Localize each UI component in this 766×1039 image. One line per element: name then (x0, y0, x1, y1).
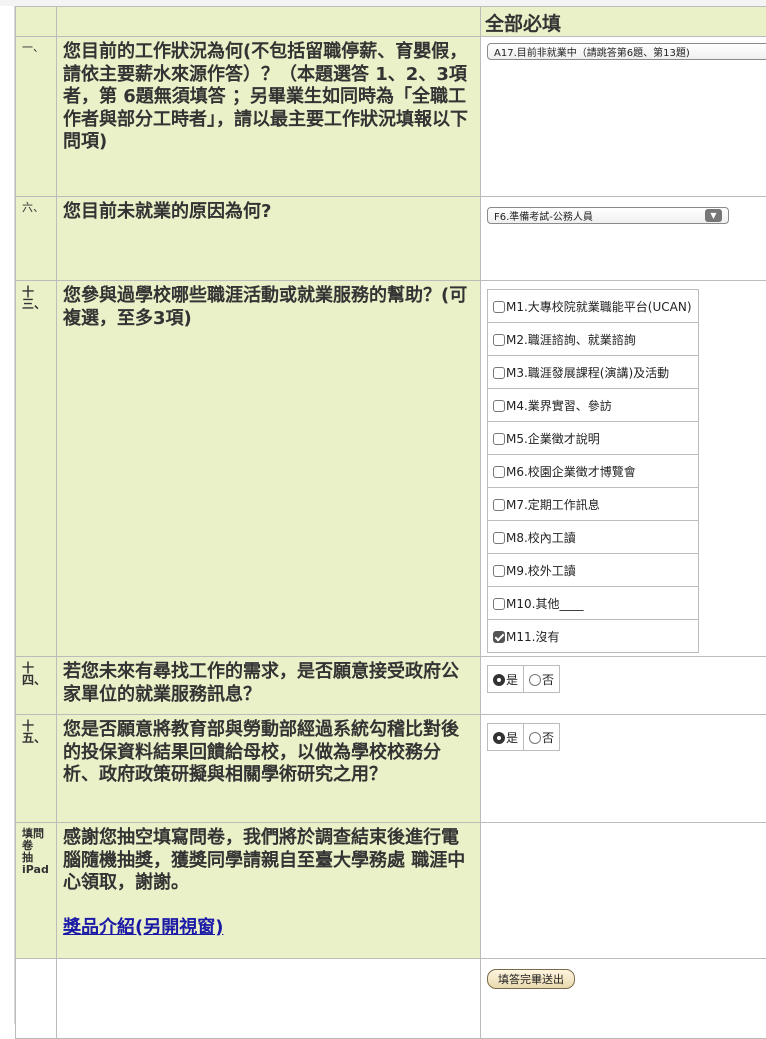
option-label: M4.業界實習、參訪 (506, 399, 612, 413)
unemployment-reason-select[interactable]: F6.準備考試-公務人員 ▼ (487, 207, 729, 224)
checkbox[interactable] (493, 367, 505, 379)
submit-num-cell (16, 959, 57, 1039)
checkbox[interactable] (493, 400, 505, 412)
option-m11[interactable]: M11.沒有 (488, 620, 699, 653)
submit-blank-cell (57, 959, 481, 1039)
option-m8[interactable]: M8.校內工讀 (488, 521, 699, 554)
data-feedback-radio-group: 是 否 (487, 723, 560, 751)
checkbox[interactable] (493, 499, 505, 511)
lottery-label-line: iPad (22, 864, 54, 876)
header-row: 全部必填 (16, 7, 766, 37)
header-num-cell (16, 7, 57, 37)
question-row-15: 十 五、 您是否願意將教育部與勞動部經過系統勾稽比對後的投保資料結果回饋給母校，… (16, 715, 766, 823)
option-label: M2.職涯諮詢、就業諮詢 (506, 333, 636, 347)
select-value: A17.目前非就業中（請跳答第6題、第13題) (494, 44, 690, 59)
option-m1[interactable]: M1.大專校院就業職能平台(UCAN) (488, 290, 699, 323)
radio[interactable] (529, 674, 541, 686)
option-label: M1.大專校院就業職能平台(UCAN) (506, 300, 692, 314)
option-m7[interactable]: M7.定期工作訊息 (488, 488, 699, 521)
answer-cell: 是 否 (481, 715, 766, 823)
radio-yes[interactable]: 是 (488, 666, 524, 693)
checkbox[interactable] (493, 334, 505, 346)
question-row-13: 十 三、 您參與過學校哪些職涯活動或就業服務的幫助？(可複選，至多3項) M1.… (16, 281, 766, 657)
lottery-row: 填問 卷 抽 iPad 感謝您抽空填寫問卷，我們將於調查結束後進行電腦隨機抽獎，… (16, 823, 766, 959)
option-m4[interactable]: M4.業界實習、參訪 (488, 389, 699, 422)
question-number-line: 四、 (22, 674, 54, 686)
question-text: 您目前未就業的原因為何? (57, 197, 481, 281)
answer-cell: M1.大專校院就業職能平台(UCAN) M2.職涯諮詢、就業諮詢 M3.職涯發展… (481, 281, 766, 657)
radio-selected[interactable] (493, 732, 505, 744)
submit-cell: 填答完畢送出 (481, 959, 766, 1039)
option-label: M5.企業徵才說明 (506, 432, 600, 446)
option-label: M6.校園企業徵才博覽會 (506, 465, 636, 479)
submit-button[interactable]: 填答完畢送出 (487, 969, 575, 989)
checkbox-checked[interactable] (493, 631, 505, 643)
lottery-text: 感謝您抽空填寫問卷，我們將於調查結束後進行電腦隨機抽獎，獲獎同學請親自至臺大學務… (63, 827, 474, 895)
lottery-label: 填問 卷 抽 iPad (16, 823, 57, 959)
question-row-6: 六、 您目前未就業的原因為何? F6.準備考試-公務人員 ▼ (16, 197, 766, 281)
option-label: M11.沒有 (506, 630, 559, 644)
option-m6[interactable]: M6.校園企業徵才博覽會 (488, 455, 699, 488)
option-label: M7.定期工作訊息 (506, 498, 600, 512)
option-label: M8.校內工讀 (506, 531, 576, 545)
lottery-answer-cell (481, 823, 766, 959)
question-text: 您參與過學校哪些職涯活動或就業服務的幫助？(可複選，至多3項) (57, 281, 481, 657)
answer-cell: A17.目前非就業中（請跳答第6題、第13題) (481, 37, 766, 197)
radio-no[interactable]: 否 (524, 666, 560, 693)
job-info-radio-group: 是 否 (487, 665, 560, 693)
option-label: M3.職涯發展課程(演講)及活動 (506, 366, 669, 380)
option-m5[interactable]: M5.企業徵才說明 (488, 422, 699, 455)
question-number-line: 五、 (22, 732, 54, 744)
option-label: M9.校外工讀 (506, 564, 576, 578)
checkbox[interactable] (493, 565, 505, 577)
option-m9[interactable]: M9.校外工讀 (488, 554, 699, 587)
question-row-14: 十 四、 若您未來有尋找工作的需求，是否願意接受政府公家單位的就業服務訊息？ 是… (16, 657, 766, 715)
question-text: 若您未來有尋找工作的需求，是否願意接受政府公家單位的就業服務訊息？ (57, 657, 481, 715)
survey-table: 全部必填 一、 您目前的工作狀況為何(不包括留職停薪、育嬰假，請依主要薪水來源作… (15, 6, 766, 1039)
radio-label: 否 (542, 673, 554, 687)
option-m10[interactable]: M10.其他____ (488, 587, 699, 620)
answer-cell: 是 否 (481, 657, 766, 715)
required-label: 全部必填 (481, 7, 766, 37)
radio[interactable] (529, 732, 541, 744)
question-text: 您目前的工作狀況為何(不包括留職停薪、育嬰假，請依主要薪水來源作答）？（本題選答… (57, 37, 481, 197)
radio-label: 否 (542, 731, 554, 745)
chevron-down-icon[interactable]: ▼ (705, 209, 722, 222)
question-number: 十 五、 (16, 715, 57, 823)
header-question-cell (57, 7, 481, 37)
checkbox[interactable] (493, 433, 505, 445)
radio-label: 是 (506, 673, 518, 687)
answer-cell: F6.準備考試-公務人員 ▼ (481, 197, 766, 281)
radio-label: 是 (506, 731, 518, 745)
question-text: 您是否願意將教育部與勞動部經過系統勾稽比對後的投保資料結果回饋給母校，以做為學校… (57, 715, 481, 823)
submit-row: 填答完畢送出 (16, 959, 766, 1039)
checkbox[interactable] (493, 466, 505, 478)
checkbox[interactable] (493, 301, 505, 313)
prize-info-link[interactable]: 獎品介紹(另開視窗) (63, 917, 223, 938)
select-value: F6.準備考試-公務人員 (494, 208, 593, 223)
radio-selected[interactable] (493, 674, 505, 686)
lottery-text-cell: 感謝您抽空填寫問卷，我們將於調查結束後進行電腦隨機抽獎，獲獎同學請親自至臺大學務… (57, 823, 481, 959)
option-m3[interactable]: M3.職涯發展課程(演講)及活動 (488, 356, 699, 389)
question-number: 十 三、 (16, 281, 57, 657)
option-label: M10.其他____ (506, 597, 583, 611)
checkbox[interactable] (493, 532, 505, 544)
option-m2[interactable]: M2.職涯諮詢、就業諮詢 (488, 323, 699, 356)
employment-status-select[interactable]: A17.目前非就業中（請跳答第6題、第13題) (487, 43, 766, 60)
radio-yes[interactable]: 是 (488, 724, 524, 751)
question-number: 一、 (16, 37, 57, 197)
question-number: 十 四、 (16, 657, 57, 715)
question-number: 六、 (16, 197, 57, 281)
question-row-1: 一、 您目前的工作狀況為何(不包括留職停薪、育嬰假，請依主要薪水來源作答）？（本… (16, 37, 766, 197)
radio-no[interactable]: 否 (524, 724, 560, 751)
question-number-line: 三、 (22, 298, 54, 310)
career-activities-options: M1.大專校院就業職能平台(UCAN) M2.職涯諮詢、就業諮詢 M3.職涯發展… (487, 289, 699, 653)
checkbox[interactable] (493, 598, 505, 610)
